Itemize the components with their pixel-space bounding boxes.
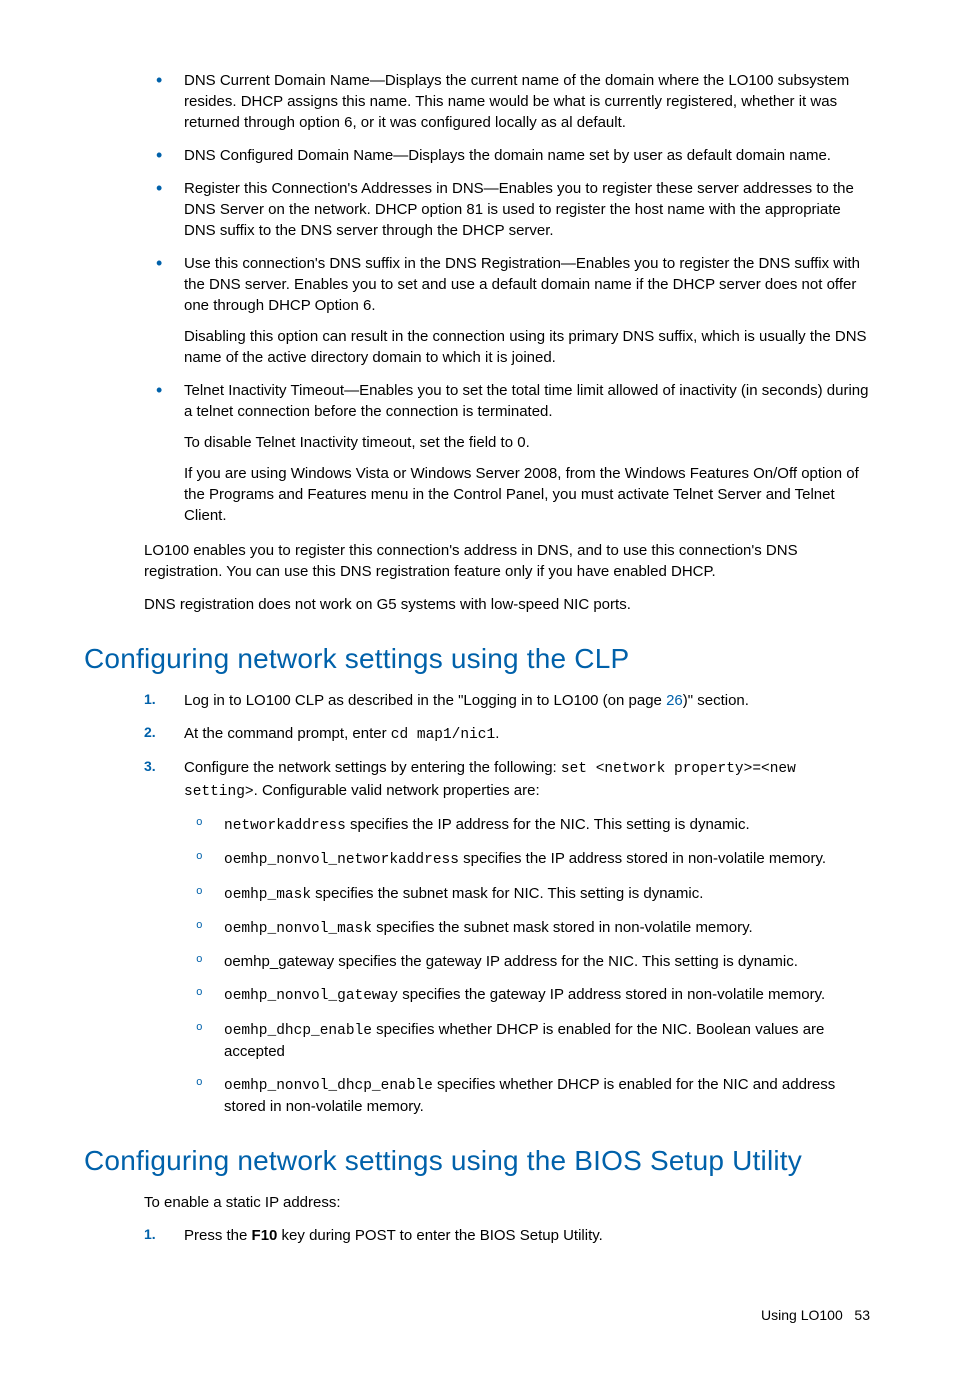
heading-clp: Configuring network settings using the C… (84, 639, 870, 678)
property-item: oemhp_dhcp_enable specifies whether DHCP… (184, 1019, 870, 1062)
step-3: 3. Configure the network settings by ent… (144, 757, 870, 1117)
step-text: . (495, 725, 499, 742)
property-code: oemhp_dhcp_enable (224, 1023, 372, 1039)
footer-section: Using LO100 (761, 1307, 843, 1323)
bios-intro: To enable a static IP address: (144, 1192, 870, 1213)
page-footer: Using LO100 53 (84, 1306, 870, 1326)
step-number: 1. (144, 690, 156, 710)
step-text: Log in to LO100 CLP as described in the … (184, 692, 666, 709)
paragraph: LO100 enables you to register this conne… (144, 540, 870, 582)
step-text: Configure the network settings by enteri… (184, 759, 561, 776)
step-text: )" section. (683, 692, 749, 709)
property-code: oemhp_nonvol_dhcp_enable (224, 1078, 433, 1094)
property-item: oemhp_nonvol_mask specifies the subnet m… (184, 917, 870, 939)
property-item: oemhp_nonvol_dhcp_enable specifies wheth… (184, 1074, 870, 1117)
feature-bullet-list: DNS Current Domain Name—Displays the cur… (144, 70, 870, 526)
property-sublist: networkaddress specifies the IP address … (184, 814, 870, 1117)
bullet-item: DNS Configured Domain Name—Displays the … (144, 145, 870, 166)
clp-steps: 1. Log in to LO100 CLP as described in t… (144, 690, 870, 1117)
property-code: oemhp_mask (224, 887, 311, 903)
step-text: Press the (184, 1227, 252, 1244)
property-code: oemhp_nonvol_gateway (224, 988, 398, 1004)
step-1: 1. Log in to LO100 CLP as described in t… (144, 690, 870, 711)
bullet-item: Telnet Inactivity Timeout—Enables you to… (144, 380, 870, 526)
heading-bios: Configuring network settings using the B… (84, 1141, 870, 1180)
property-code: networkaddress (224, 818, 346, 834)
paragraph: DNS registration does not work on G5 sys… (144, 594, 870, 615)
footer-page-number: 53 (854, 1307, 870, 1323)
step-number: 2. (144, 723, 156, 743)
page-link[interactable]: 26 (666, 692, 683, 709)
key-name: F10 (252, 1227, 278, 1244)
step-text: key during POST to enter the BIOS Setup … (277, 1227, 602, 1244)
step-number: 1. (144, 1225, 156, 1245)
step-text: . Configurable valid network properties … (254, 782, 540, 799)
bullet-item: DNS Current Domain Name—Displays the cur… (144, 70, 870, 133)
property-code: oemhp_nonvol_networkaddress (224, 852, 459, 868)
step-text: At the command prompt, enter (184, 725, 391, 742)
property-item: networkaddress specifies the IP address … (184, 814, 870, 836)
property-item: oemhp_nonvol_gateway specifies the gatew… (184, 984, 870, 1006)
step-1: 1. Press the F10 key during POST to ente… (144, 1225, 870, 1246)
bullet-item: Use this connection's DNS suffix in the … (144, 253, 870, 368)
step-number: 3. (144, 757, 156, 777)
step-2: 2. At the command prompt, enter cd map1/… (144, 723, 870, 745)
property-item: oemhp_nonvol_networkaddress specifies th… (184, 848, 870, 870)
property-item: oemhp_gateway specifies the gateway IP a… (184, 951, 870, 972)
bullet-item: Register this Connection's Addresses in … (144, 178, 870, 241)
property-code: oemhp_nonvol_mask (224, 921, 372, 937)
bios-steps: 1. Press the F10 key during POST to ente… (144, 1225, 870, 1246)
property-item: oemhp_mask specifies the subnet mask for… (184, 883, 870, 905)
code-text: cd map1/nic1 (391, 727, 495, 743)
